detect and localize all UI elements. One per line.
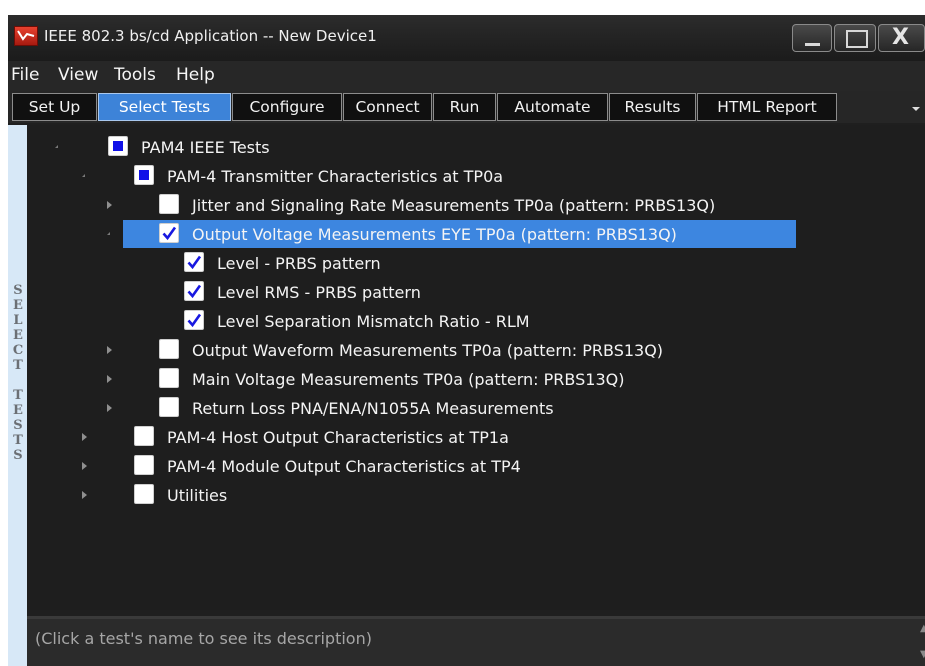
- tree-row-label[interactable]: Main Voltage Measurements TP0a (pattern:…: [192, 370, 624, 389]
- unchecked-checkbox[interactable]: [159, 339, 179, 359]
- tree-row[interactable]: PAM-4 Module Output Characteristics at T…: [27, 452, 925, 481]
- side-label-char: E: [13, 403, 23, 418]
- tab-select-tests[interactable]: Select Tests: [98, 93, 231, 121]
- tree-row[interactable]: Output Voltage Measurements EYE TP0a (pa…: [27, 220, 925, 249]
- collapsed-arrow-icon[interactable]: [107, 404, 112, 412]
- tree-row[interactable]: Level - PRBS pattern: [27, 249, 925, 278]
- tree-row[interactable]: Level Separation Mismatch Ratio - RLM: [27, 307, 925, 336]
- side-label-char: C: [12, 343, 24, 358]
- close-button[interactable]: X: [878, 24, 925, 52]
- side-label-char: L: [13, 313, 23, 328]
- tree-row[interactable]: Main Voltage Measurements TP0a (pattern:…: [27, 365, 925, 394]
- tree-row[interactable]: PAM-4 Host Output Characteristics at TP1…: [27, 423, 925, 452]
- checked-checkbox[interactable]: [184, 252, 204, 272]
- collapsed-arrow-icon[interactable]: [82, 462, 87, 470]
- tab-overflow-arrow-icon[interactable]: [912, 107, 920, 111]
- tree-row[interactable]: Level RMS - PRBS pattern: [27, 278, 925, 307]
- collapsed-arrow-icon[interactable]: [82, 433, 87, 441]
- tree-row-label[interactable]: PAM-4 Module Output Characteristics at T…: [167, 457, 521, 476]
- checkmark-icon: [162, 226, 177, 241]
- tab-automate[interactable]: Automate: [497, 93, 608, 121]
- app-logo-icon: [14, 26, 38, 46]
- tree-row-label[interactable]: PAM-4 Transmitter Characteristics at TP0…: [167, 167, 503, 186]
- tree-row[interactable]: PAM4 IEEE Tests: [27, 133, 925, 162]
- expanded-arrow-icon[interactable]: [82, 174, 85, 177]
- checked-checkbox[interactable]: [184, 281, 204, 301]
- menu-bar: File View Tools Help: [8, 61, 925, 91]
- checkmark-icon: [187, 255, 202, 270]
- side-label-char: T: [13, 388, 23, 403]
- tree-row-label[interactable]: PAM4 IEEE Tests: [141, 138, 270, 157]
- checked-checkbox[interactable]: [159, 223, 179, 243]
- partial-checkbox[interactable]: [108, 136, 128, 156]
- side-label-char: S: [13, 283, 23, 298]
- side-label-char: E: [13, 298, 23, 313]
- tree-row[interactable]: Utilities: [27, 481, 925, 510]
- tab-configure[interactable]: Configure: [232, 93, 342, 121]
- menu-file[interactable]: File: [11, 65, 39, 85]
- unchecked-checkbox[interactable]: [134, 426, 154, 446]
- collapsed-arrow-icon[interactable]: [107, 375, 112, 383]
- window-title: IEEE 802.3 bs/cd Application -- New Devi…: [44, 27, 377, 45]
- side-label-char: E: [13, 328, 23, 343]
- tab-set-up[interactable]: Set Up: [12, 93, 97, 121]
- maximize-button[interactable]: [834, 24, 876, 52]
- select-tests-side-label: SELECT TESTS: [8, 125, 27, 666]
- tree-row[interactable]: PAM-4 Transmitter Characteristics at TP0…: [27, 162, 925, 191]
- tree-row[interactable]: Jitter and Signaling Rate Measurements T…: [27, 191, 925, 220]
- side-label-text: SELECT TESTS: [12, 283, 24, 463]
- tree-row-label[interactable]: PAM-4 Host Output Characteristics at TP1…: [167, 428, 509, 447]
- application-window: IEEE 802.3 bs/cd Application -- New Devi…: [8, 15, 925, 666]
- side-label-char: S: [13, 418, 23, 433]
- title-bar[interactable]: IEEE 802.3 bs/cd Application -- New Devi…: [8, 15, 925, 61]
- tree-row-label[interactable]: Return Loss PNA/ENA/N1055A Measurements: [192, 399, 554, 418]
- tree-row-label[interactable]: Level Separation Mismatch Ratio - RLM: [217, 312, 530, 331]
- scroll-up-icon[interactable]: ▲: [920, 623, 925, 634]
- tree-row-label[interactable]: Jitter and Signaling Rate Measurements T…: [192, 196, 715, 215]
- close-icon: X: [892, 25, 909, 50]
- side-label-char: T: [13, 433, 23, 448]
- collapsed-arrow-icon[interactable]: [107, 346, 112, 354]
- tab-bar: Set Up Select Tests Configure Connect Ru…: [8, 91, 925, 123]
- tree-row-label[interactable]: Level - PRBS pattern: [217, 254, 381, 273]
- menu-view[interactable]: View: [58, 65, 98, 85]
- tree-row-label[interactable]: Output Voltage Measurements EYE TP0a (pa…: [192, 225, 677, 244]
- side-label-char: T: [13, 358, 23, 373]
- tree-row-label[interactable]: Output Waveform Measurements TP0a (patte…: [192, 341, 663, 360]
- tab-connect[interactable]: Connect: [343, 93, 432, 121]
- description-text: (Click a test's name to see its descript…: [35, 629, 372, 648]
- collapsed-arrow-icon[interactable]: [107, 201, 112, 209]
- side-label-char: S: [13, 448, 23, 463]
- checkmark-icon: [187, 284, 202, 299]
- expanded-arrow-icon[interactable]: [107, 232, 110, 235]
- unchecked-checkbox[interactable]: [159, 194, 179, 214]
- checkmark-icon: [187, 313, 202, 328]
- tree-row[interactable]: Output Waveform Measurements TP0a (patte…: [27, 336, 925, 365]
- tree-row-label[interactable]: Utilities: [167, 486, 227, 505]
- description-panel: (Click a test's name to see its descript…: [27, 616, 925, 666]
- menu-tools[interactable]: Tools: [114, 65, 156, 85]
- expanded-arrow-icon[interactable]: [55, 145, 58, 148]
- tab-run[interactable]: Run: [433, 93, 496, 121]
- unchecked-checkbox[interactable]: [159, 368, 179, 388]
- unchecked-checkbox[interactable]: [159, 397, 179, 417]
- minimize-button[interactable]: [792, 24, 832, 52]
- menu-help[interactable]: Help: [176, 65, 215, 85]
- collapsed-arrow-icon[interactable]: [82, 491, 87, 499]
- unchecked-checkbox[interactable]: [134, 455, 154, 475]
- tab-results[interactable]: Results: [609, 93, 696, 121]
- test-tree: PAM4 IEEE Tests PAM-4 Transmitter Charact…: [27, 125, 925, 610]
- partial-checkbox[interactable]: [134, 165, 154, 185]
- checked-checkbox[interactable]: [184, 310, 204, 330]
- scroll-down-icon[interactable]: ▼: [920, 649, 925, 660]
- tree-row-label[interactable]: Level RMS - PRBS pattern: [217, 283, 421, 302]
- tree-row[interactable]: Return Loss PNA/ENA/N1055A Measurements: [27, 394, 925, 423]
- unchecked-checkbox[interactable]: [134, 484, 154, 504]
- side-label-char: [12, 373, 24, 388]
- tab-html-report[interactable]: HTML Report: [697, 93, 837, 121]
